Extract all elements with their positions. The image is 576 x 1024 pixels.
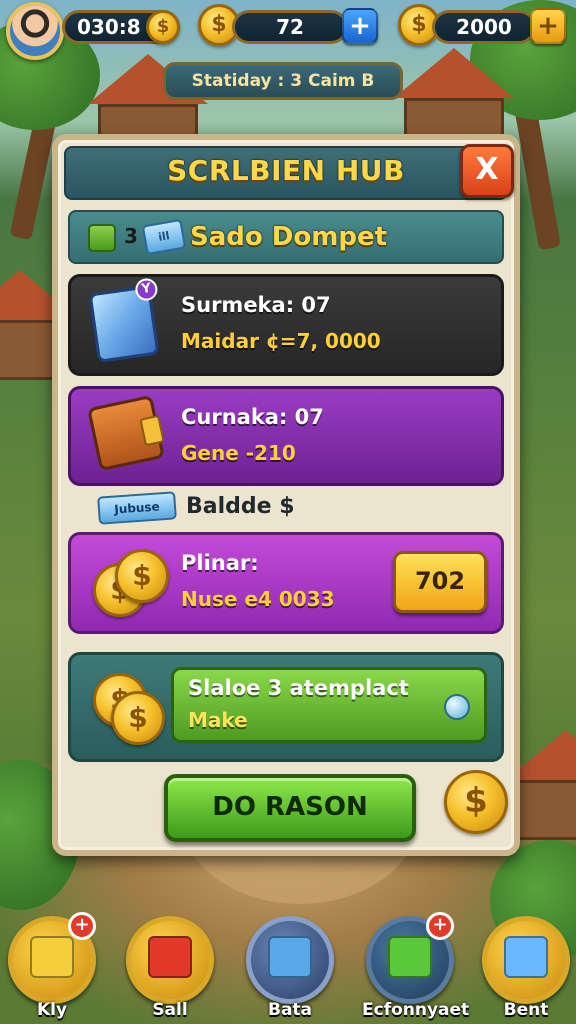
cube-icon: [268, 936, 312, 978]
panel-title: SCRLBIEN HUB: [167, 154, 405, 187]
exchange-title: Slaloe 3 atemplact: [188, 676, 409, 700]
offer-row[interactable]: $ $ Plinar: Nuse e4 0033 702: [68, 532, 504, 634]
wallet-label: Sado Dompet: [190, 222, 388, 252]
exchange-subtitle: Make: [188, 708, 248, 732]
offer-value-button[interactable]: 702: [393, 551, 487, 613]
status-banner: Statiday : 3 Caim B: [163, 62, 403, 100]
nav-item-kly[interactable]: + Kly: [4, 912, 100, 1024]
nav-item-bata[interactable]: Bata: [242, 912, 338, 1024]
wallet-icon: [87, 394, 165, 472]
nav-badge: +: [68, 912, 96, 940]
item-title: Surmeka: 07: [181, 293, 331, 317]
gem-icon: [444, 694, 470, 720]
coin-button-icon[interactable]: $: [444, 770, 508, 834]
item-subtitle: Maidar ¢=7, 0000: [181, 329, 381, 353]
exchange-button[interactable]: Slaloe 3 atemplact Make: [171, 667, 487, 743]
item-title: Curnaka: 07: [181, 405, 324, 429]
item-badge: Y: [133, 277, 159, 302]
nav-label: Bata: [267, 1000, 313, 1020]
crystal-cube-icon: [504, 936, 548, 978]
nav-item-bent[interactable]: Bent: [478, 912, 574, 1024]
wallet-bar: 3 ill Sado Dompet: [68, 210, 504, 264]
cash-stack-icon: [388, 936, 432, 978]
offer-title: Plinar:: [181, 551, 259, 575]
gold-count: 2000: [456, 15, 512, 39]
exchange-row: $ $ Slaloe 3 atemplact Make: [68, 652, 504, 762]
hub-panel: SCRLBIEN HUB X 3 ill Sado Dompet Y Surme…: [52, 134, 520, 856]
panel-header: SCRLBIEN HUB X: [64, 144, 514, 200]
balance-label: Baldde $: [186, 494, 295, 519]
player-code-coin-icon: $: [146, 10, 180, 44]
item-row-cube[interactable]: Y Surmeka: 07 Maidar ¢=7, 0000: [68, 274, 504, 376]
coin-count: 72: [276, 15, 304, 39]
cube-icon: Y: [88, 277, 160, 363]
ticket-tag-icon: Jubuse: [97, 491, 177, 525]
item-subtitle: Gene -210: [181, 441, 296, 465]
coin-pile-icon: $ $: [93, 673, 167, 747]
nav-item-ecfonnyaet[interactable]: + Ecfonnyaet: [362, 912, 470, 1024]
offer-subtitle: Nuse e4 0033: [181, 587, 335, 611]
nav-label: Ecfonnyaet: [362, 1000, 470, 1020]
close-button[interactable]: X: [460, 144, 514, 198]
wallet-count: 3: [124, 224, 138, 248]
add-gold-button[interactable]: +: [530, 8, 566, 44]
ticket-icon: ill: [141, 218, 187, 256]
shop-bag-icon: [148, 936, 192, 978]
nav-label: Sall: [152, 1000, 188, 1020]
gold-counter: 2000: [432, 10, 536, 44]
primary-action-button[interactable]: DO RASON: [164, 774, 416, 842]
nav-badge: +: [426, 912, 454, 940]
nav-label: Kly: [36, 1000, 68, 1020]
box-icon: [30, 936, 74, 978]
add-coins-button[interactable]: +: [342, 8, 378, 44]
green-chip-icon: [88, 224, 116, 252]
top-hud: 030:8 $ $ 72 + $ 2000 +: [0, 0, 576, 62]
coin-stack-icon: $ $: [93, 549, 169, 623]
coin-counter: 72: [232, 10, 348, 44]
nav-label: Bent: [503, 1000, 549, 1020]
bottom-nav: + Kly Sall Bata + Ecfonnyaet Bent: [0, 912, 576, 1024]
nav-item-sall[interactable]: Sall: [122, 912, 218, 1024]
item-row-wallet[interactable]: Curnaka: 07 Gene -210: [68, 386, 504, 486]
player-avatar[interactable]: [6, 2, 64, 60]
